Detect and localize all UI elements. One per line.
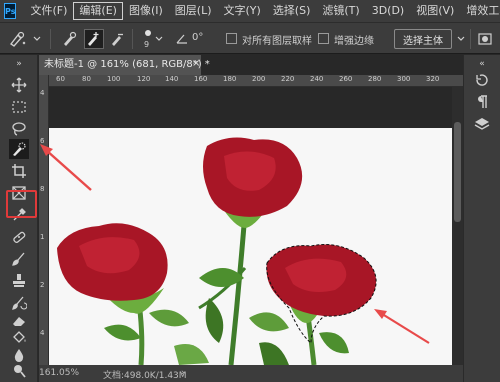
collapse-panel-icon[interactable]: » xyxy=(9,59,29,69)
ruler-label: 140 xyxy=(165,75,179,83)
menu-3d[interactable]: 3D(D) xyxy=(366,0,411,22)
blur-tool-icon[interactable] xyxy=(9,345,29,365)
angle-icon xyxy=(172,29,192,49)
photoshop-logo: Ps xyxy=(4,3,17,19)
crop-tool-icon[interactable] xyxy=(9,161,29,181)
angle-value[interactable]: 0° xyxy=(192,32,203,43)
top-ruler[interactable]: 60 80 100 120 140 160 180 200 220 240 26… xyxy=(49,75,463,87)
menu-file[interactable]: 文件(F) xyxy=(24,0,73,22)
ruler-label: 100 xyxy=(107,75,121,83)
menu-filter[interactable]: 滤镜(T) xyxy=(316,0,365,22)
select-subject-button[interactable]: 选择主体 xyxy=(394,29,452,49)
ruler-label: 280 xyxy=(368,75,382,83)
chevron-down-icon[interactable] xyxy=(456,29,466,49)
annotation-arrow-icon xyxy=(40,144,92,191)
active-tool-highlight-box xyxy=(6,190,37,218)
document-tabbar: 未标题-1 @ 161% (681, RGB/8*) * × xyxy=(39,55,463,75)
menu-view[interactable]: 视图(V) xyxy=(410,0,460,22)
new-selection-icon[interactable] xyxy=(60,29,80,49)
ruler-label: 120 xyxy=(137,75,151,83)
subtract-from-selection-icon[interactable] xyxy=(108,29,128,49)
document-size: 文档:498.0K/1.43M xyxy=(103,371,187,381)
right-panel-strip: « xyxy=(463,55,500,382)
chevron-down-icon[interactable] xyxy=(32,29,42,49)
brush-size-value: 9 xyxy=(144,40,150,49)
ruler-label: 200 xyxy=(252,75,266,83)
menu-layer[interactable]: 图层(L) xyxy=(169,0,218,22)
ruler-label: 4 xyxy=(40,89,45,97)
add-to-selection-icon[interactable] xyxy=(84,29,104,49)
ruler-label: 1 xyxy=(40,233,45,241)
close-icon[interactable]: × xyxy=(192,58,200,69)
ruler-label: 4 xyxy=(40,329,45,337)
ruler-label: 180 xyxy=(223,75,237,83)
options-divider xyxy=(132,29,133,49)
enhance-edge-label: 增强边缘 xyxy=(334,36,374,47)
lasso-tool-icon[interactable] xyxy=(9,119,29,139)
paragraph-panel-icon[interactable] xyxy=(473,93,491,111)
brush-tool-icon[interactable] xyxy=(9,249,29,269)
sample-all-layers-label: 对所有图层取样 xyxy=(242,36,312,47)
left-ruler[interactable]: 4 6 8 1 2 4 xyxy=(39,75,49,365)
zoom-level[interactable]: 161.05% xyxy=(39,368,79,378)
clone-stamp-icon[interactable] xyxy=(9,271,29,291)
status-menu-icon[interactable]: › xyxy=(181,368,185,378)
ruler-label: 300 xyxy=(397,75,411,83)
roses-photo-canvas[interactable] xyxy=(49,128,452,365)
healing-brush-icon[interactable] xyxy=(9,227,29,247)
menu-bar: Ps 文件(F) 编辑(E) 图像(I) 图层(L) 文字(Y) 选择(S) 滤… xyxy=(0,0,500,22)
options-divider xyxy=(470,29,471,49)
quick-selection-icon[interactable] xyxy=(9,139,29,159)
menu-image[interactable]: 图像(I) xyxy=(123,0,169,22)
menu-select[interactable]: 选择(S) xyxy=(267,0,317,22)
roses-illustration xyxy=(57,137,430,365)
layers-panel-icon[interactable] xyxy=(473,115,491,133)
move-tool-icon[interactable] xyxy=(9,75,29,95)
ruler-label: 240 xyxy=(310,75,324,83)
select-and-mask-icon[interactable] xyxy=(476,29,496,49)
tool-preset-icon[interactable] xyxy=(8,29,28,49)
sample-all-layers-checkbox[interactable] xyxy=(226,33,237,44)
history-panel-icon[interactable] xyxy=(473,71,491,89)
menu-edit[interactable]: 编辑(E) xyxy=(73,2,123,20)
ruler-label: 2 xyxy=(40,281,45,289)
scrollbar-thumb[interactable] xyxy=(454,122,461,222)
ruler-label: 80 xyxy=(82,75,91,83)
document-tab[interactable]: 未标题-1 @ 161% (681, RGB/8*) * xyxy=(39,55,210,75)
vertical-scrollbar[interactable] xyxy=(452,87,463,365)
chevron-down-icon[interactable] xyxy=(154,29,164,49)
menu-plugins[interactable]: 增效工具 xyxy=(460,0,500,22)
ruler-label: 260 xyxy=(339,75,353,83)
expand-panel-icon[interactable]: « xyxy=(473,59,491,69)
options-bar: 9 0° 对所有图层取样 增强边缘 选择主体 xyxy=(0,22,500,54)
ruler-label: 160 xyxy=(194,75,208,83)
dodge-tool-icon[interactable] xyxy=(9,363,29,379)
status-bar: 161.05% 文档:498.0K/1.43M › xyxy=(39,365,463,382)
marquee-tool-icon[interactable] xyxy=(9,97,29,117)
history-brush-icon[interactable] xyxy=(9,293,29,313)
options-divider xyxy=(50,29,51,49)
ruler-label: 320 xyxy=(426,75,440,83)
paint-bucket-icon[interactable] xyxy=(9,327,29,347)
enhance-edge-checkbox[interactable] xyxy=(318,33,329,44)
document-tab-title: 未标题-1 @ 161% (681, RGB/8*) * xyxy=(44,59,210,70)
menu-type[interactable]: 文字(Y) xyxy=(218,0,267,22)
ruler-label: 60 xyxy=(56,75,65,83)
ruler-label: 220 xyxy=(281,75,295,83)
tools-panel: » xyxy=(0,55,38,382)
